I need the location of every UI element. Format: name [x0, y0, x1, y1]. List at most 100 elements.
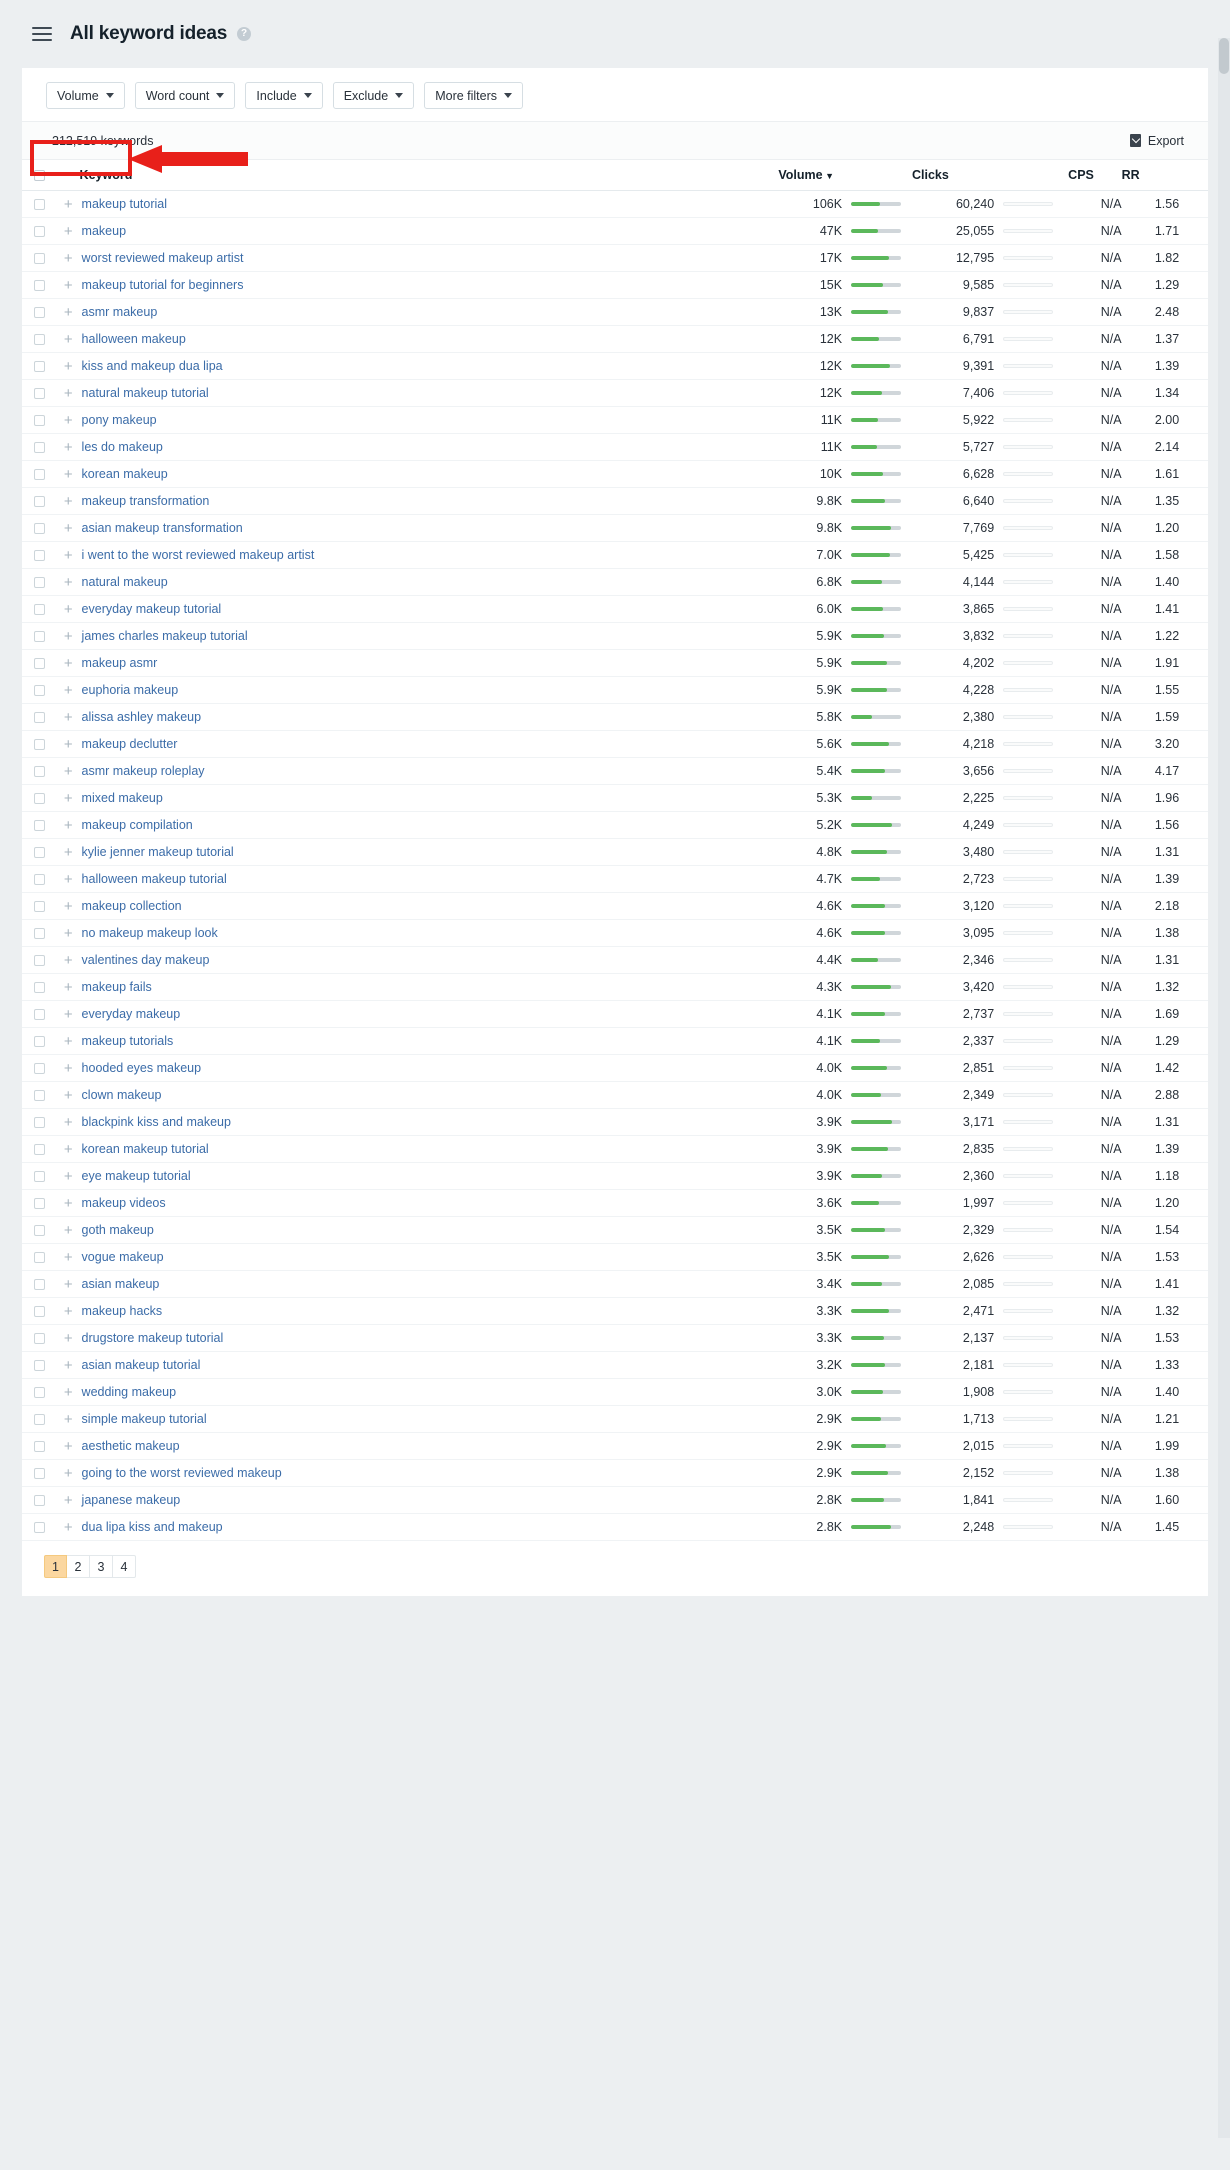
- plus-icon[interactable]: +: [57, 953, 80, 968]
- plus-icon[interactable]: +: [57, 656, 80, 671]
- row-checkbox[interactable]: [34, 1413, 45, 1425]
- keyword-link[interactable]: makeup fails: [80, 980, 152, 994]
- keyword-link[interactable]: alissa ashley makeup: [80, 710, 202, 724]
- scrollbar-thumb[interactable]: [1219, 38, 1229, 74]
- pagination-page-4[interactable]: 4: [113, 1555, 136, 1578]
- keyword-link[interactable]: japanese makeup: [80, 1493, 181, 1507]
- plus-icon[interactable]: +: [57, 251, 80, 266]
- keyword-link[interactable]: makeup declutter: [80, 737, 178, 751]
- keyword-link[interactable]: goth makeup: [80, 1223, 154, 1237]
- keyword-link[interactable]: everyday makeup: [80, 1007, 181, 1021]
- row-checkbox[interactable]: [34, 981, 45, 993]
- row-checkbox[interactable]: [34, 1440, 45, 1452]
- row-checkbox[interactable]: [34, 441, 45, 453]
- row-checkbox[interactable]: [34, 1224, 45, 1236]
- row-checkbox[interactable]: [34, 387, 45, 399]
- plus-icon[interactable]: +: [57, 1331, 80, 1346]
- row-checkbox[interactable]: [34, 711, 45, 723]
- row-checkbox[interactable]: [34, 1494, 45, 1506]
- row-checkbox[interactable]: [34, 765, 45, 777]
- keyword-link[interactable]: makeup: [80, 224, 126, 238]
- keyword-link[interactable]: makeup transformation: [80, 494, 210, 508]
- plus-icon[interactable]: +: [57, 926, 80, 941]
- plus-icon[interactable]: +: [57, 575, 80, 590]
- plus-icon[interactable]: +: [57, 1412, 80, 1427]
- column-clicks[interactable]: Clicks: [911, 160, 995, 191]
- keyword-link[interactable]: korean makeup: [80, 467, 168, 481]
- keyword-link[interactable]: valentines day makeup: [80, 953, 210, 967]
- row-checkbox[interactable]: [34, 576, 45, 588]
- vertical-scrollbar[interactable]: [1218, 38, 1230, 2138]
- keyword-link[interactable]: makeup tutorial for beginners: [80, 278, 244, 292]
- row-checkbox[interactable]: [34, 954, 45, 966]
- row-checkbox[interactable]: [34, 1143, 45, 1155]
- keyword-link[interactable]: mixed makeup: [80, 791, 163, 805]
- row-checkbox[interactable]: [34, 1332, 45, 1344]
- row-checkbox[interactable]: [34, 927, 45, 939]
- plus-icon[interactable]: +: [57, 629, 80, 644]
- row-checkbox[interactable]: [34, 1170, 45, 1182]
- row-checkbox[interactable]: [34, 1305, 45, 1317]
- row-checkbox[interactable]: [34, 873, 45, 885]
- plus-icon[interactable]: +: [57, 1007, 80, 1022]
- keyword-link[interactable]: makeup asmr: [80, 656, 158, 670]
- keyword-link[interactable]: makeup collection: [80, 899, 182, 913]
- plus-icon[interactable]: +: [57, 386, 80, 401]
- plus-icon[interactable]: +: [57, 1520, 80, 1535]
- keyword-link[interactable]: no makeup makeup look: [80, 926, 218, 940]
- keyword-link[interactable]: kiss and makeup dua lipa: [80, 359, 223, 373]
- filter-include[interactable]: Include: [245, 82, 323, 109]
- plus-icon[interactable]: +: [57, 1277, 80, 1292]
- row-checkbox[interactable]: [34, 1197, 45, 1209]
- row-checkbox[interactable]: [34, 225, 45, 237]
- keyword-link[interactable]: worst reviewed makeup artist: [80, 251, 244, 265]
- keyword-link[interactable]: hooded eyes makeup: [80, 1061, 202, 1075]
- row-checkbox[interactable]: [34, 1251, 45, 1263]
- row-checkbox[interactable]: [34, 333, 45, 345]
- plus-icon[interactable]: +: [57, 1304, 80, 1319]
- row-checkbox[interactable]: [34, 522, 45, 534]
- plus-icon[interactable]: +: [57, 1034, 80, 1049]
- plus-icon[interactable]: +: [57, 1250, 80, 1265]
- hamburger-icon[interactable]: [32, 27, 52, 41]
- keyword-link[interactable]: asian makeup: [80, 1277, 160, 1291]
- column-rr[interactable]: RR: [1121, 160, 1180, 191]
- row-checkbox[interactable]: [34, 1089, 45, 1101]
- row-checkbox[interactable]: [34, 1062, 45, 1074]
- keyword-link[interactable]: natural makeup: [80, 575, 168, 589]
- keyword-link[interactable]: asmr makeup roleplay: [80, 764, 205, 778]
- plus-icon[interactable]: +: [57, 1358, 80, 1373]
- row-checkbox[interactable]: [34, 306, 45, 318]
- keyword-link[interactable]: james charles makeup tutorial: [80, 629, 248, 643]
- keyword-link[interactable]: aesthetic makeup: [80, 1439, 180, 1453]
- plus-icon[interactable]: +: [57, 818, 80, 833]
- keyword-link[interactable]: wedding makeup: [80, 1385, 177, 1399]
- plus-icon[interactable]: +: [57, 791, 80, 806]
- row-checkbox[interactable]: [34, 1116, 45, 1128]
- plus-icon[interactable]: +: [57, 1466, 80, 1481]
- column-keyword[interactable]: Keyword: [79, 160, 779, 191]
- filter-word-count[interactable]: Word count: [134, 82, 236, 109]
- row-checkbox[interactable]: [34, 1386, 45, 1398]
- keyword-link[interactable]: asian makeup transformation: [80, 521, 243, 535]
- keyword-link[interactable]: pony makeup: [80, 413, 157, 427]
- row-checkbox[interactable]: [34, 1521, 45, 1533]
- keyword-link[interactable]: eye makeup tutorial: [80, 1169, 191, 1183]
- row-checkbox[interactable]: [34, 792, 45, 804]
- plus-icon[interactable]: +: [57, 1439, 80, 1454]
- plus-icon[interactable]: +: [57, 359, 80, 374]
- plus-icon[interactable]: +: [57, 224, 80, 239]
- keyword-link[interactable]: korean makeup tutorial: [80, 1142, 209, 1156]
- keyword-link[interactable]: makeup videos: [80, 1196, 166, 1210]
- keyword-link[interactable]: asian makeup tutorial: [80, 1358, 201, 1372]
- plus-icon[interactable]: +: [57, 1088, 80, 1103]
- plus-icon[interactable]: +: [57, 197, 80, 212]
- row-checkbox[interactable]: [34, 819, 45, 831]
- row-checkbox[interactable]: [34, 279, 45, 291]
- plus-icon[interactable]: +: [57, 494, 80, 509]
- column-cps[interactable]: CPS: [1068, 160, 1122, 191]
- plus-icon[interactable]: +: [57, 1061, 80, 1076]
- plus-icon[interactable]: +: [57, 440, 80, 455]
- keyword-link[interactable]: vogue makeup: [80, 1250, 164, 1264]
- keyword-link[interactable]: blackpink kiss and makeup: [80, 1115, 231, 1129]
